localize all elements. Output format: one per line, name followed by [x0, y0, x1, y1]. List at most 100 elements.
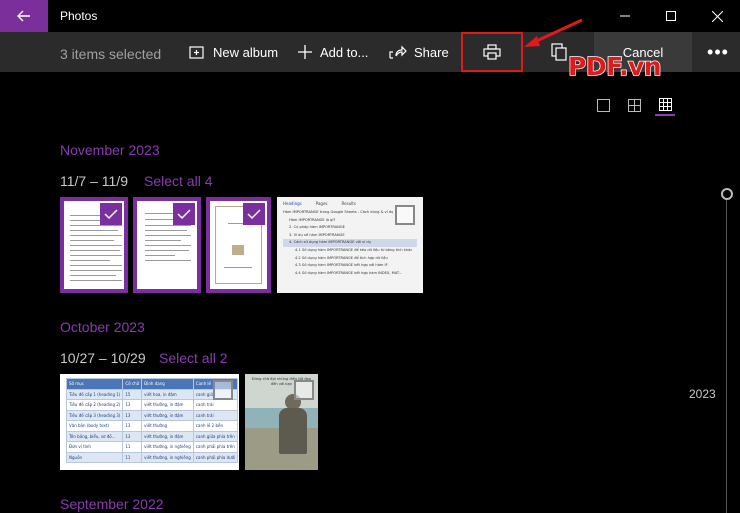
more-options-button[interactable]: ••• [700, 32, 736, 72]
table-cell: viết hoa, in đậm [141, 388, 194, 400]
selected-checkbox[interactable] [100, 203, 122, 225]
medium-grid-icon [627, 98, 641, 112]
table-row: Nguồn 11 viết thường, in nghiêng canh ph… [65, 451, 239, 463]
arrow-left-icon [17, 10, 30, 22]
close-icon [711, 10, 723, 22]
unselected-checkbox[interactable] [213, 380, 233, 400]
date-range-label: 10/27 – 10/29 [60, 350, 146, 366]
selected-checkbox[interactable] [173, 203, 195, 225]
table-cell: Đơn vị tính [65, 441, 124, 453]
share-button[interactable]: Share [389, 32, 449, 72]
photo-thumbnail[interactable]: Headings Pages Results Hàm IMPORTRANGE t… [277, 197, 423, 293]
table-row: Tiêu đề cấp 3 (heading 3) 13 viết thường… [65, 409, 239, 421]
table-cell: 15 [122, 388, 143, 400]
nav-pane-item: 2. Cú pháp hàm IMPORTRANGE [289, 225, 345, 230]
table-cell: Tiêu đề cấp 2 (heading 2) [65, 399, 124, 411]
small-grid-toggle[interactable] [655, 94, 675, 116]
single-view-icon [596, 98, 610, 112]
medium-grid-toggle[interactable] [624, 94, 644, 116]
unselected-checkbox[interactable] [294, 380, 314, 400]
table-cell: viết thường [141, 420, 194, 432]
unselected-checkbox[interactable] [395, 205, 415, 225]
table-cell: 13 [122, 430, 143, 442]
timeline-knob[interactable] [721, 188, 733, 200]
selection-count: 3 items selected [60, 46, 162, 62]
nav-pane-tabs: Headings Pages Results [283, 201, 356, 206]
share-icon [389, 45, 407, 59]
nav-pane-item: 3. Ví dụ về hàm IMPORTRANGE [289, 232, 345, 237]
app-title: Photos [60, 9, 98, 23]
table-cell: Tên bảng, biểu, sơ đồ... [65, 430, 124, 442]
tab-results: Results [341, 201, 356, 206]
add-to-button[interactable]: Add to... [297, 32, 368, 72]
watermark-logo: PDF.vn [567, 51, 662, 82]
timeline-year-label: 2023 [689, 387, 716, 401]
table-cell: canh phải phía trên [192, 441, 239, 453]
nav-pane-item: 4.2 Sử dụng hàm IMPORTRANGE để tích hợp … [295, 255, 388, 260]
new-album-label: New album [213, 44, 279, 60]
table-cell: canh trái [192, 409, 239, 421]
table-row: Tên bảng, biểu, sơ đồ... 13 viết thường,… [65, 430, 239, 442]
plus-icon [298, 45, 312, 59]
printer-icon [483, 44, 501, 60]
album-icon [189, 45, 204, 59]
tab-pages: Pages [315, 201, 328, 206]
table-row: Tiêu đề cấp 2 (heading 2) 13 viết thường… [65, 399, 239, 411]
table-cell: 13 [122, 399, 143, 411]
checkmark-icon [177, 208, 191, 219]
table-cell: viết thường, in đậm [141, 430, 194, 442]
table-cell: viết thường, in nghiêng [141, 441, 194, 453]
table-cell: Tiêu đề cấp 3 (heading 3) [65, 409, 124, 421]
add-to-label: Add to... [320, 44, 369, 60]
minimize-button[interactable] [602, 0, 648, 32]
table-cell: canh giữa phía trên [192, 430, 239, 442]
table-header-cell: Định dạng [141, 378, 194, 390]
photo-thumbnail[interactable]: Đừng chờ đợi những điều tốt đẹp đến với … [245, 374, 318, 470]
date-range-label: 11/7 – 11/9 [60, 173, 128, 189]
small-grid-icon [658, 97, 672, 111]
table-row: Văn bản (body text) 13 viết thường canh … [65, 420, 239, 432]
nav-pane-item: 4.4 Sử dụng hàm IMPORTRANGE kết hợp hàm … [295, 270, 403, 275]
annotation-arrow [524, 18, 583, 47]
table-header-cell: Số mục [65, 378, 124, 390]
new-album-button[interactable]: New album [189, 32, 278, 72]
title-bar: Photos [0, 0, 740, 32]
nav-pane-item: 4.3 Sử dụng hàm IMPORTRANGE kết hợp với … [295, 263, 388, 268]
table-header-cell: Cỡ chữ [122, 378, 143, 390]
cover-emblem [232, 245, 244, 255]
table-cell: viết thường, in đậm [141, 409, 194, 421]
photo-thumbnail[interactable]: Số mục Cỡ chữ Định dạng Canh lề Tiêu đề … [60, 374, 239, 470]
timeline-track[interactable] [726, 194, 727, 513]
print-button[interactable] [461, 32, 523, 72]
table-cell: canh phải phía dưới [192, 451, 239, 463]
checkmark-icon [247, 208, 261, 219]
photo-thumbnail[interactable] [133, 197, 201, 293]
select-all-link[interactable]: Select all 4 [144, 173, 212, 189]
table-cell: 11 [122, 451, 143, 463]
selected-checkbox[interactable] [243, 203, 265, 225]
maximize-icon [666, 11, 676, 21]
close-button[interactable] [694, 0, 740, 32]
table-row: Đơn vị tính 11 viết thường, in nghiêng c… [65, 441, 239, 453]
tab-headings: Headings [283, 201, 302, 206]
select-all-link[interactable]: Select all 2 [159, 350, 227, 366]
table-cell: 13 [122, 420, 143, 432]
back-button[interactable] [0, 0, 48, 32]
table-cell: Văn bản (body text) [65, 420, 124, 432]
month-heading-november-2023: November 2023 [60, 142, 160, 158]
nav-pane-item: 4.1 Sử dụng hàm IMPORTRANGE để kéo dữ li… [295, 247, 413, 252]
table-cell: viết thường, in đậm [141, 399, 194, 411]
illustration-figure-body [279, 408, 307, 454]
minimize-icon [620, 15, 630, 17]
table-cell: Tiêu đề cấp 1 (heading 1) [65, 388, 124, 400]
table-cell: canh lề 2 bên [192, 420, 239, 432]
nav-pane-item: 4. Cách sử dụng hàm IMPORTRANGE với ví d… [283, 239, 417, 247]
photo-thumbnail[interactable] [206, 197, 271, 293]
table-cell: Nguồn [65, 451, 124, 463]
month-heading-september-2022: September 2022 [60, 496, 164, 512]
table-cell: 11 [122, 441, 143, 453]
photo-thumbnail[interactable] [60, 197, 128, 293]
maximize-button[interactable] [648, 0, 694, 32]
month-heading-october-2023: October 2023 [60, 319, 145, 335]
single-view-toggle[interactable] [593, 94, 613, 116]
